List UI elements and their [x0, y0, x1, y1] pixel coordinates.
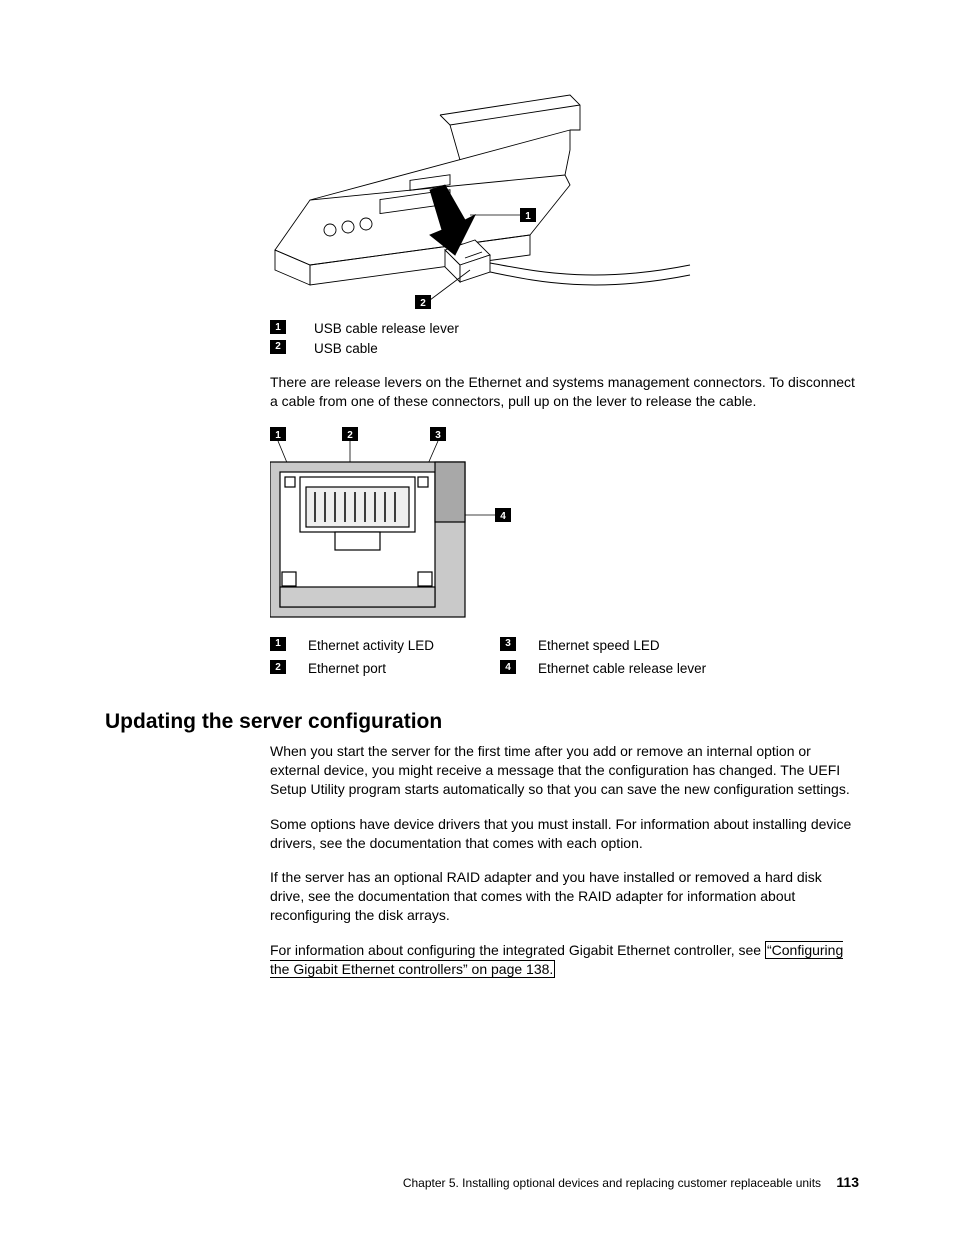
svg-text:2: 2	[347, 430, 353, 441]
heading-updating-config: Updating the server configuration	[105, 710, 859, 734]
paragraph-raid: If the server has an optional RAID adapt…	[270, 868, 859, 925]
footer-chapter: Chapter 5. Installing optional devices a…	[403, 1176, 821, 1190]
section-body: When you start the server for the first …	[270, 742, 859, 979]
callout-1-icon: 1	[270, 637, 286, 651]
svg-text:3: 3	[435, 430, 441, 441]
legend-label: Ethernet speed LED	[538, 637, 660, 655]
legend-label: USB cable release lever	[314, 320, 459, 338]
paragraph-config-changed: When you start the server for the first …	[270, 742, 859, 799]
paragraph-ethernet-config: For information about configuring the in…	[270, 941, 859, 979]
paragraph-release-levers: There are release levers on the Ethernet…	[270, 373, 859, 411]
legend-label: USB cable	[314, 340, 378, 358]
ethernet-diagram-svg: 1 2 3	[270, 427, 859, 627]
svg-text:2: 2	[420, 298, 426, 309]
callout-2-icon: 2	[270, 340, 286, 354]
footer-page-number: 113	[836, 1174, 859, 1190]
legend-label: Ethernet activity LED	[308, 637, 434, 655]
page-footer: Chapter 5. Installing optional devices a…	[403, 1174, 859, 1190]
legend-label: Ethernet cable release lever	[538, 660, 706, 678]
figure-ethernet: 1 2 3	[270, 427, 859, 680]
figure-usb: 1 2 1 USB cable release lever 2 USB cabl…	[270, 90, 859, 411]
usb-legend: 1 USB cable release lever 2 USB cable	[270, 320, 859, 357]
callout-4-icon: 4	[500, 660, 516, 674]
document-page: 1 2 1 USB cable release lever 2 USB cabl…	[0, 0, 954, 1235]
callout-1-icon: 1	[270, 320, 286, 334]
svg-text:1: 1	[525, 211, 531, 222]
para5-pretext: For information about configuring the in…	[270, 942, 765, 958]
callout-2-icon: 2	[270, 660, 286, 674]
svg-text:4: 4	[500, 511, 506, 522]
svg-text:1: 1	[275, 430, 281, 441]
usb-diagram-svg: 1 2	[270, 90, 859, 310]
ethernet-legend: 1 Ethernet activity LED 2 Ethernet port …	[270, 637, 859, 680]
paragraph-device-drivers: Some options have device drivers that yo…	[270, 815, 859, 853]
callout-3-icon: 3	[500, 637, 516, 651]
legend-label: Ethernet port	[308, 660, 386, 678]
